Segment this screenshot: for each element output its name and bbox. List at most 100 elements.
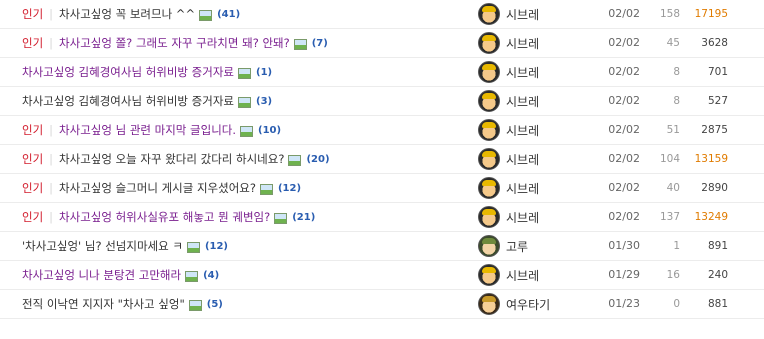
comment-count[interactable]: (7) [312,38,328,49]
author-nickname[interactable]: 시브레 [506,267,539,284]
helmet-avatar [478,3,500,25]
post-list: 인기 | 차사고싶엉 꼭 보려므나 ^^ (41) 시브레 02/02 158 1… [0,0,764,319]
image-attached-icon [186,241,200,253]
separator: | [49,7,54,21]
post-row[interactable]: 인기 | 차사고싶엉 님 관련 마지막 글입니다. (10) 시브레 02/02 … [0,116,764,145]
separator: | [49,210,54,224]
author-nickname[interactable]: 여우타기 [506,296,550,313]
post-subject-link[interactable]: 차사고싶엉 허위사실유포 해놓고 뭔 궤변임? [59,209,270,225]
post-date: 02/02 [608,36,640,49]
comment-count[interactable]: (10) [258,125,281,136]
post-row[interactable]: '차사고싶엉' 님? 선넘지마세요 ㅋ (12) 고루 01/30 1 891 [0,232,764,261]
post-title-cell: 인기 | 차사고싶엉 꼭 보려므나 ^^ (41) [22,0,240,28]
post-date: 01/30 [608,239,640,252]
author-nickname[interactable]: 시브레 [506,122,539,139]
post-subject-link[interactable]: 차사고싶엉 슬그머니 게시글 지우셨어요? [59,180,256,196]
post-title-cell: 전직 이낙연 지지자 "차사고 싶엉" (5) [22,290,223,318]
post-subject-link[interactable]: 차사고싶엉 님 관련 마지막 글입니다. [59,122,236,138]
comment-count[interactable]: (1) [256,67,272,78]
image-attached-icon [240,125,254,137]
author-nickname[interactable]: 고루 [506,238,528,255]
post-title-cell: 인기 | 차사고싶엉 님 관련 마지막 글입니다. (10) [22,116,281,144]
vote-count: 51 [666,124,680,136]
view-count: 13249 [694,211,728,223]
image-attached-icon [238,96,251,108]
vote-count: 104 [659,153,680,165]
post-row[interactable]: 인기 | 차사고싶엉 슬그머니 게시글 지우셨어요? (12) 시브레 02/02… [0,174,764,203]
post-subject-link[interactable]: 차사고싶엉 오늘 자꾸 왔다리 갔다리 하시네요? [59,151,284,167]
view-count: 527 [707,95,728,107]
comment-count[interactable]: (5) [207,299,223,310]
author-nickname[interactable]: 시브레 [506,180,539,197]
author-nickname[interactable]: 시브레 [506,93,539,110]
author-nickname[interactable]: 시브레 [506,151,539,168]
post-subject-link[interactable]: 차사고싶엉 김혜경여사님 허위비방 증거자료 [22,64,234,80]
image-attached-icon [185,270,199,282]
post-row[interactable]: 차사고싶엉 니나 분탕견 고만해라 (4) 시브레 01/29 16 240 [0,261,764,290]
post-row[interactable]: 인기 | 차사고싶엉 오늘 자꾸 왔다리 갔다리 하시네요? (20) 시브레 0… [0,145,764,174]
author-nickname[interactable]: 시브레 [506,64,539,81]
view-count: 240 [707,269,728,281]
post-row[interactable]: 인기 | 차사고싶엉 쫄? 그래도 자꾸 구라치면 돼? 안돼? (7) 시브레 … [0,29,764,58]
author-cell[interactable]: 여우타기 [478,290,550,318]
post-title-cell: 인기 | 차사고싶엉 슬그머니 게시글 지우셨어요? (12) [22,174,301,202]
post-row[interactable]: 차사고싶엉 김혜경여사님 허위비방 증거자료 (3) 시브레 02/02 8 5… [0,87,764,116]
author-cell[interactable]: 시브레 [478,87,539,115]
image-attached-icon [188,299,202,311]
vote-count: 0 [673,298,680,310]
post-date: 02/02 [608,7,640,20]
view-count: 701 [707,66,728,78]
author-nickname[interactable]: 시브레 [506,6,539,23]
author-cell[interactable]: 시브레 [478,145,539,173]
comment-count[interactable]: (12) [278,183,301,194]
post-subject-link[interactable]: 차사고싶엉 김혜경여사님 허위비방 증거자료 [22,93,234,109]
view-count: 881 [707,298,728,310]
author-nickname[interactable]: 시브레 [506,35,539,52]
popular-tag: 인기 [22,210,44,224]
post-subject-link[interactable]: 차사고싶엉 쫄? 그래도 자꾸 구라치면 돼? 안돼? [59,35,290,51]
soldier-avatar [478,235,500,257]
author-cell[interactable]: 시브레 [478,174,539,202]
author-cell[interactable]: 고루 [478,232,528,260]
helmet-avatar [478,32,500,54]
comment-count[interactable]: (41) [217,9,240,20]
post-subject-link[interactable]: '차사고싶엉' 님? 선넘지마세요 ㅋ [22,238,183,254]
post-date: 01/29 [608,268,640,281]
author-cell[interactable]: 시브레 [478,0,539,28]
vote-count: 16 [666,269,680,281]
post-title-cell: 인기 | 차사고싶엉 허위사실유포 해놓고 뭔 궤변임? (21) [22,203,315,231]
author-cell[interactable]: 시브레 [478,116,539,144]
vote-count: 1 [673,240,680,252]
image-attached-icon [288,154,302,166]
comment-count[interactable]: (12) [205,241,228,252]
author-cell[interactable]: 시브레 [478,58,539,86]
helmet-avatar [478,206,500,228]
author-cell[interactable]: 시브레 [478,203,539,231]
post-subject-link[interactable]: 차사고싶엉 니나 분탕견 고만해라 [22,267,181,283]
post-subject-link[interactable]: 차사고싶엉 꼭 보려므나 ^^ [59,6,195,22]
author-cell[interactable]: 시브레 [478,29,539,57]
post-date: 02/02 [608,210,640,223]
post-date: 02/02 [608,181,640,194]
separator: | [49,181,54,195]
author-nickname[interactable]: 시브레 [506,209,539,226]
comment-count[interactable]: (20) [306,154,329,165]
post-row[interactable]: 인기 | 차사고싶엉 꼭 보려므나 ^^ (41) 시브레 02/02 158 1… [0,0,764,29]
image-attached-icon [238,67,251,79]
fox-avatar [478,293,500,315]
helmet-avatar [478,264,500,286]
popular-tag: 인기 [22,123,44,137]
post-date: 02/02 [608,65,640,78]
post-row[interactable]: 전직 이낙연 지지자 "차사고 싶엉" (5) 여우타기 01/23 0 881 [0,290,764,319]
post-subject-link[interactable]: 전직 이낙연 지지자 "차사고 싶엉" [22,296,185,312]
comment-count[interactable]: (21) [292,212,315,223]
view-count: 2875 [701,124,728,136]
post-title-cell: 차사고싶엉 김혜경여사님 허위비방 증거자료 (3) [22,87,272,115]
author-cell[interactable]: 시브레 [478,261,539,289]
post-title-cell: '차사고싶엉' 님? 선넘지마세요 ㅋ (12) [22,232,228,260]
post-row[interactable]: 차사고싶엉 김혜경여사님 허위비방 증거자료 (1) 시브레 02/02 8 7… [0,58,764,87]
post-row[interactable]: 인기 | 차사고싶엉 허위사실유포 해놓고 뭔 궤변임? (21) 시브레 02/… [0,203,764,232]
popular-tag: 인기 [22,181,44,195]
comment-count[interactable]: (3) [256,96,272,107]
comment-count[interactable]: (4) [203,270,219,281]
